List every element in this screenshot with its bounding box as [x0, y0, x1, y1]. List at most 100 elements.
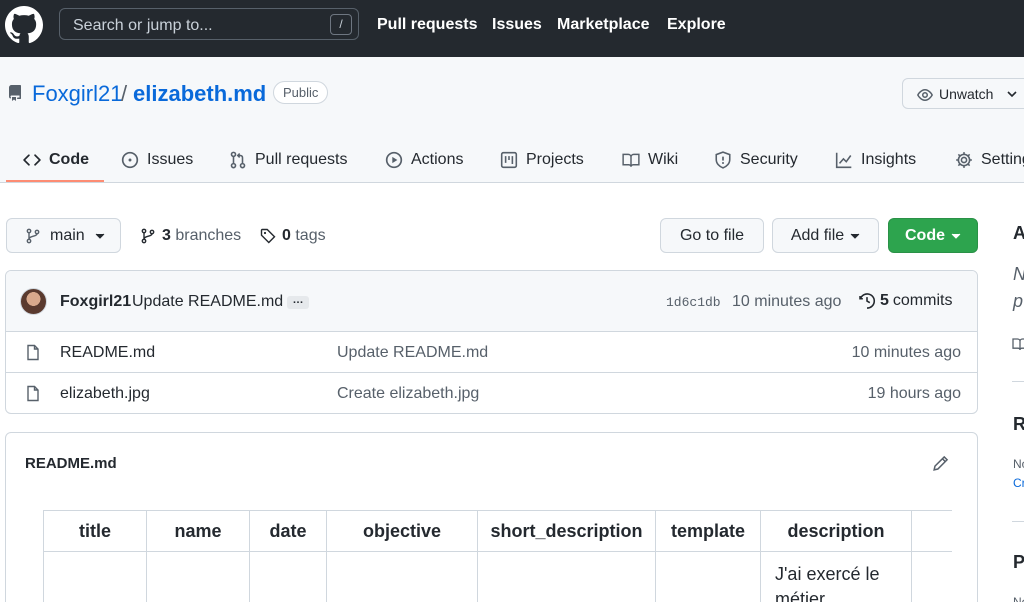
history-icon: [859, 293, 876, 309]
pencil-icon[interactable]: [932, 455, 949, 472]
chevron-down-icon: [951, 233, 961, 239]
file-commit-message-link[interactable]: Update README.md: [337, 344, 488, 362]
sidebar-divider: [1012, 381, 1024, 382]
about-description-line2: p: [1013, 291, 1024, 311]
table-cell: [146, 551, 250, 602]
branches-link[interactable]: 3 branches: [140, 227, 241, 245]
table-cell: J'ai exercé le métier: [760, 551, 912, 602]
nav-explore[interactable]: Explore: [667, 16, 726, 34]
table-cell: [477, 551, 656, 602]
github-logo-icon[interactable]: [5, 6, 43, 44]
add-file-button[interactable]: Add file: [772, 218, 879, 253]
table-cell: [655, 551, 761, 602]
book-icon[interactable]: [1012, 336, 1024, 352]
file-icon: [27, 344, 39, 361]
tab-code-label: Code: [49, 150, 89, 168]
visibility-badge: Public: [273, 81, 329, 104]
code-button-label: Code: [905, 226, 945, 244]
table-cell: [249, 551, 327, 602]
commits-history-link[interactable]: 5 commits: [858, 292, 952, 310]
tab-issues[interactable]: Issues: [121, 136, 193, 183]
chevron-down-icon: [850, 233, 860, 239]
branch-icon: [141, 228, 155, 244]
tab-security[interactable]: Security: [714, 136, 798, 183]
table-row: J'ai exercé le métier: [43, 551, 952, 602]
tab-actions[interactable]: Actions: [385, 136, 463, 183]
branches-label: branches: [175, 227, 242, 244]
about-heading: A: [1013, 223, 1024, 243]
tab-settings[interactable]: Settings: [955, 136, 1024, 183]
commit-sha-link[interactable]: 1d6c1db: [666, 295, 721, 310]
tags-count: 0: [282, 227, 291, 244]
graph-icon: [835, 152, 852, 168]
commit-expand-button[interactable]: …: [287, 295, 309, 309]
commit-author-link[interactable]: Foxgirl21: [60, 293, 131, 311]
column-header: name: [146, 510, 250, 552]
column-header: title: [43, 510, 147, 552]
nav-marketplace[interactable]: Marketplace: [557, 16, 650, 34]
go-to-file-button[interactable]: Go to file: [660, 218, 764, 253]
readme-title: README.md: [25, 455, 117, 472]
unwatch-button[interactable]: Unwatch: [902, 78, 1024, 109]
issue-icon: [121, 151, 139, 168]
commits-count: 5: [880, 292, 889, 309]
tab-projects[interactable]: Projects: [500, 136, 584, 183]
commit-message-link[interactable]: Update README.md: [132, 293, 283, 311]
tags-link[interactable]: 0 tags: [260, 227, 326, 245]
tag-icon: [260, 228, 276, 244]
code-download-button[interactable]: Code: [888, 218, 978, 253]
tab-insights[interactable]: Insights: [835, 136, 916, 183]
branches-count: 3: [162, 227, 171, 244]
play-icon: [385, 151, 403, 168]
column-header: objective: [326, 510, 478, 552]
file-browser: Foxgirl21 Update README.md … 1d6c1db 10 …: [5, 270, 978, 414]
avatar[interactable]: [20, 288, 47, 315]
table-cell: [326, 551, 478, 602]
tags-label: tags: [295, 227, 326, 244]
commit-time: 10 minutes ago: [732, 293, 842, 310]
gear-icon: [956, 151, 972, 168]
tab-code[interactable]: Code: [23, 136, 89, 183]
tab-insights-label: Insights: [861, 150, 917, 168]
repo-icon: [8, 85, 21, 101]
file-name-link[interactable]: README.md: [60, 344, 155, 362]
nav-issues[interactable]: Issues: [492, 16, 542, 34]
column-header: description: [760, 510, 912, 552]
repo-name-link[interactable]: elizabeth.md: [133, 81, 266, 107]
create-release-link[interactable]: Cr: [1013, 476, 1024, 490]
file-commit-message-link[interactable]: Create elizabeth.jpg: [337, 385, 479, 403]
unwatch-label: Unwatch: [939, 86, 994, 102]
packages-heading: P: [1013, 552, 1024, 572]
branch-name: main: [50, 226, 85, 244]
branch-select-button[interactable]: main: [6, 218, 121, 253]
tab-settings-label: Settings: [981, 150, 1024, 168]
column-header: short_description: [477, 510, 656, 552]
tab-wiki[interactable]: Wiki: [622, 136, 678, 183]
repo-header: Foxgirl21 / elizabeth.md Public Unwatch …: [0, 57, 1024, 183]
tab-pull-requests-label: Pull requests: [255, 150, 348, 168]
book-icon: [622, 153, 640, 167]
search-input[interactable]: Search or jump to... /: [59, 8, 359, 40]
project-icon: [500, 151, 518, 168]
tab-actions-label: Actions: [411, 150, 464, 168]
file-row[interactable]: elizabeth.jpg Create elizabeth.jpg 19 ho…: [6, 373, 977, 413]
readme-panel: README.md title name date objective shor…: [5, 432, 978, 602]
repo-owner-link[interactable]: Foxgirl21: [32, 81, 122, 107]
eye-icon: [917, 89, 933, 101]
latest-commit-bar: Foxgirl21 Update README.md … 1d6c1db 10 …: [6, 271, 977, 332]
search-shortcut-key: /: [330, 14, 352, 35]
nav-pull-requests[interactable]: Pull requests: [377, 16, 477, 34]
search-placeholder: Search or jump to...: [73, 17, 213, 34]
sidebar-divider: [1012, 521, 1024, 522]
readme-table: title name date objective short_descript…: [43, 510, 952, 602]
releases-empty-text: No: [1013, 457, 1024, 471]
table-cell-overflow: [911, 551, 952, 602]
column-header: template: [655, 510, 761, 552]
file-commit-time: 10 minutes ago: [851, 344, 961, 361]
tab-pull-requests[interactable]: Pull requests: [229, 136, 348, 183]
repo-tabs: Code Issues Pull requests Actions Projec…: [0, 136, 1024, 183]
column-header: date: [249, 510, 327, 552]
file-icon: [27, 385, 39, 402]
file-row[interactable]: README.md Update README.md 10 minutes ag…: [6, 332, 977, 373]
file-name-link[interactable]: elizabeth.jpg: [60, 385, 150, 403]
